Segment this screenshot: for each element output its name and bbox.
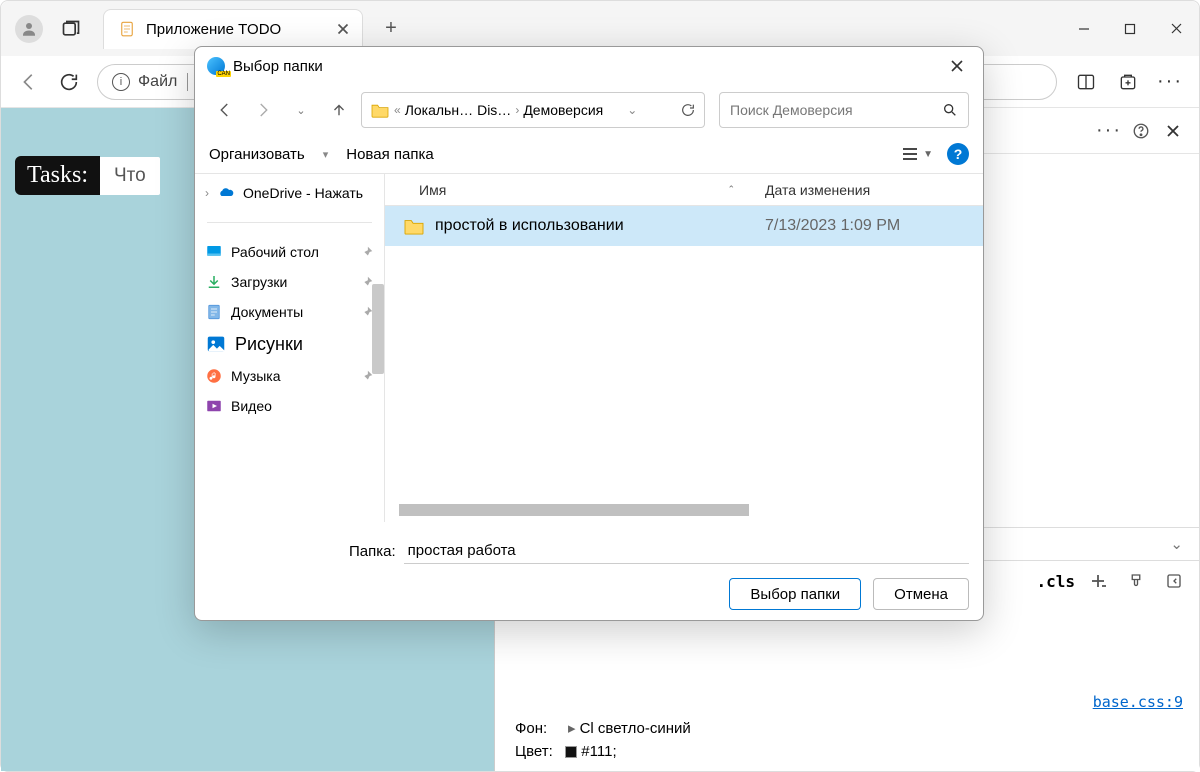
help-icon[interactable]: ?: [947, 143, 969, 165]
new-tab-button[interactable]: +: [375, 13, 407, 45]
file-list: Имя ⌃ Дата изменения простой в использов…: [385, 174, 983, 522]
column-date[interactable]: Дата изменения: [755, 182, 983, 198]
forward-button[interactable]: [247, 94, 279, 126]
download-icon: [205, 273, 223, 291]
maximize-button[interactable]: [1107, 9, 1153, 49]
videos-icon: [205, 397, 223, 415]
profile-avatar[interactable]: [15, 15, 43, 43]
more-menu-icon[interactable]: ···: [1149, 62, 1191, 102]
pin-icon: [360, 245, 374, 259]
desktop-icon: [205, 243, 223, 261]
documents-icon: [205, 303, 223, 321]
css-properties: Фон: ▸Cl светло-синий Цвет: #111;: [515, 718, 691, 763]
brush-icon[interactable]: [1121, 566, 1151, 596]
recent-dropdown[interactable]: ⌄: [285, 94, 317, 126]
up-button[interactable]: [323, 94, 355, 126]
devtools-menu-icon[interactable]: ···: [1093, 115, 1125, 147]
dialog-title: Выбор папки: [233, 58, 323, 75]
sidebar-item-videos[interactable]: Видео: [195, 391, 384, 421]
onedrive-icon: [217, 184, 235, 202]
view-options-icon[interactable]: ▼: [901, 147, 933, 161]
site-info-icon[interactable]: i: [112, 73, 130, 91]
folder-name-input[interactable]: [404, 538, 969, 564]
folder-picker-dialog: Выбор папки ⌄ « Локальн… Dis… › Демоверс…: [194, 46, 984, 621]
music-icon: [205, 367, 223, 385]
cls-toggle[interactable]: .cls: [1036, 572, 1075, 591]
search-input[interactable]: Поиск Демоверсия: [719, 92, 969, 128]
dialog-sidebar: › OneDrive - Нажать Рабочий стол Загрузк…: [195, 174, 385, 522]
tab-title: Приложение TODO: [146, 21, 334, 38]
app-icon: [207, 57, 225, 75]
workspaces-button[interactable]: [57, 15, 85, 43]
breadcrumb[interactable]: « Локальн… Dis… › Демоверсия ⌄: [361, 92, 705, 128]
back-button[interactable]: [209, 94, 241, 126]
organize-menu[interactable]: Организовать: [209, 146, 305, 163]
horizontal-scrollbar[interactable]: [399, 504, 749, 516]
cancel-button[interactable]: Отмена: [873, 578, 969, 610]
split-screen-icon[interactable]: [1065, 62, 1107, 102]
close-window-button[interactable]: [1153, 9, 1199, 49]
folder-field-label: Папка:: [349, 543, 396, 560]
back-button[interactable]: [9, 62, 49, 102]
sidebar-item-onedrive[interactable]: › OneDrive - Нажать: [195, 178, 384, 208]
task-input[interactable]: Что: [100, 157, 160, 195]
sidebar-item-downloads[interactable]: Загрузки: [195, 267, 384, 297]
sidebar-item-documents[interactable]: Документы: [195, 297, 384, 327]
browser-tab[interactable]: Приложение TODO: [103, 9, 363, 49]
sidebar-item-pictures[interactable]: Рисунки: [195, 327, 384, 361]
close-tab-icon[interactable]: [334, 20, 352, 38]
pictures-icon: [205, 333, 227, 355]
help-icon[interactable]: [1125, 115, 1157, 147]
folder-icon: [403, 217, 425, 235]
devtools-close-icon[interactable]: [1157, 115, 1189, 147]
refresh-icon[interactable]: [680, 102, 696, 118]
url-prefix: Файл: [138, 73, 188, 91]
sort-caret-icon: ⌃: [727, 184, 735, 195]
chevron-down-icon: ⌄: [1170, 535, 1183, 553]
dialog-close-button[interactable]: [943, 52, 971, 80]
list-item[interactable]: простой в использовании 7/13/2023 1:09 P…: [385, 206, 983, 246]
folder-icon: [370, 102, 390, 118]
new-folder-button[interactable]: Новая папка: [346, 146, 433, 163]
sidebar-item-music[interactable]: Музыка: [195, 361, 384, 391]
sidebar-item-desktop[interactable]: Рабочий стол: [195, 237, 384, 267]
computed-icon[interactable]: [1159, 566, 1189, 596]
window-controls: [1061, 9, 1199, 49]
column-name[interactable]: Имя ⌃: [385, 182, 755, 198]
collections-icon[interactable]: [1107, 62, 1149, 102]
document-icon: [118, 20, 136, 38]
tasks-heading: Tasks:: [15, 156, 100, 195]
select-folder-button[interactable]: Выбор папки: [729, 578, 861, 610]
new-style-rule-icon[interactable]: [1083, 566, 1113, 596]
minimize-button[interactable]: [1061, 9, 1107, 49]
sidebar-scrollbar[interactable]: [372, 284, 384, 374]
refresh-button[interactable]: [49, 62, 89, 102]
search-icon: [942, 102, 958, 118]
css-source-link[interactable]: base.css:9: [1093, 693, 1183, 711]
